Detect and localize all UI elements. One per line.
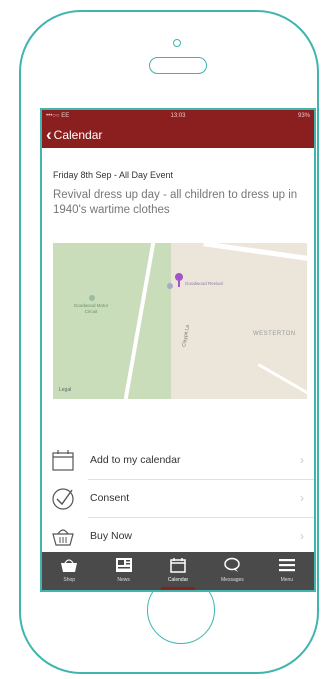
carrier-text: •••○○ EE bbox=[46, 113, 70, 119]
calendar-icon bbox=[52, 450, 74, 471]
map-pin-tail bbox=[178, 281, 180, 287]
tab-label: Shop bbox=[63, 577, 76, 583]
chevron-right-icon: › bbox=[300, 529, 304, 543]
chevron-right-icon: › bbox=[300, 453, 304, 467]
tab-menu[interactable]: Menu bbox=[260, 552, 314, 590]
calendar-icon bbox=[170, 558, 186, 573]
chat-icon bbox=[224, 557, 241, 572]
tab-calendar[interactable]: Calendar bbox=[151, 552, 205, 590]
battery-text: 93% bbox=[297, 113, 310, 119]
action-label: Consent bbox=[90, 492, 130, 504]
chevron-left-icon: ‹ bbox=[46, 125, 52, 144]
checkmark-icon bbox=[52, 488, 74, 510]
tab-label: Calendar bbox=[167, 577, 189, 583]
clock-text: 13:03 bbox=[170, 113, 186, 119]
map-legal-link[interactable]: Legal bbox=[59, 387, 71, 393]
basket-icon bbox=[61, 559, 78, 572]
app-screen: •••○○ EE 13:03 93% ‹ Calendar Friday 8th… bbox=[40, 108, 316, 592]
map-road bbox=[203, 243, 307, 266]
event-description: Revival dress up day - all children to d… bbox=[53, 189, 298, 216]
menu-icon bbox=[278, 559, 295, 572]
action-list: Add to my calendar › Consent › Buy Now › bbox=[42, 442, 314, 556]
consent-button[interactable]: Consent › bbox=[52, 480, 314, 518]
basket-icon bbox=[52, 529, 74, 546]
camera-icon bbox=[173, 39, 181, 47]
map-label-road: Claypit La bbox=[181, 324, 192, 348]
tab-label: News bbox=[117, 577, 130, 583]
map-park-area bbox=[53, 243, 171, 399]
tab-messages[interactable]: Messages bbox=[205, 552, 259, 590]
action-label: Add to my calendar bbox=[90, 454, 181, 466]
map-label-westerton: WESTERTON bbox=[253, 331, 296, 337]
buy-now-button[interactable]: Buy Now › bbox=[52, 518, 314, 556]
tab-label: Messages bbox=[221, 577, 244, 583]
status-bar: •••○○ EE 13:03 93% bbox=[42, 110, 314, 122]
tab-news[interactable]: News bbox=[96, 552, 150, 590]
tab-shop[interactable]: Shop bbox=[42, 552, 96, 590]
chevron-right-icon: › bbox=[300, 491, 304, 505]
tab-bar: Shop News Calendar Messages Menu bbox=[42, 552, 314, 590]
action-label: Buy Now bbox=[90, 530, 133, 542]
back-label: Calendar bbox=[53, 128, 103, 142]
map-road bbox=[257, 363, 307, 399]
event-map[interactable]: Goodwood Motor Circuit Goodwood Revival … bbox=[53, 243, 307, 399]
speaker-grille bbox=[149, 57, 207, 74]
map-poi-icon bbox=[167, 283, 173, 289]
map-label-venue: Goodwood Revival bbox=[185, 281, 223, 286]
event-date: Friday 8th Sep - All Day Event bbox=[53, 170, 174, 180]
map-pin-icon[interactable] bbox=[175, 273, 183, 281]
map-poi-icon bbox=[89, 295, 95, 301]
tab-label: Menu bbox=[280, 577, 294, 583]
nav-bar: ‹ Calendar bbox=[42, 122, 314, 148]
add-to-calendar-button[interactable]: Add to my calendar › bbox=[52, 442, 314, 480]
back-button[interactable]: ‹ Calendar bbox=[46, 126, 102, 144]
map-label-circuit: Goodwood Motor Circuit bbox=[73, 303, 109, 314]
news-icon bbox=[115, 558, 132, 572]
